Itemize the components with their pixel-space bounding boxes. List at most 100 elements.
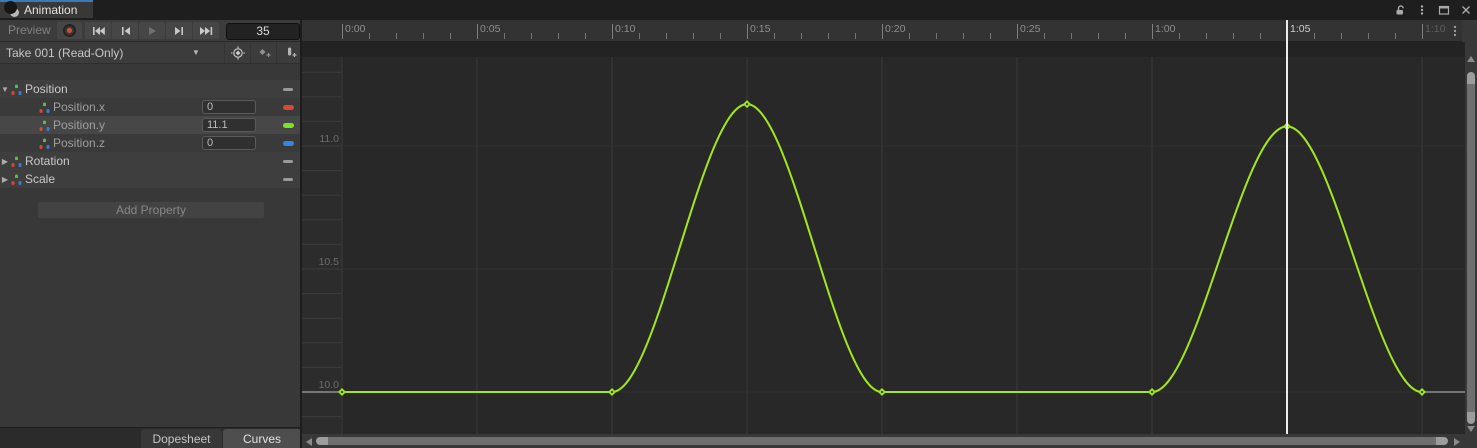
- ruler-major-tick: [477, 24, 478, 39]
- current-frame-field[interactable]: 35: [226, 23, 300, 40]
- value-axis-label: 10.0: [319, 379, 340, 391]
- tab-curves[interactable]: Curves: [223, 429, 301, 448]
- curve-indicator-dash: [283, 160, 293, 163]
- ruler-time-label: 0:20: [885, 23, 905, 35]
- property-row-position-y[interactable]: Position.y 11.1: [0, 116, 300, 134]
- property-row-position-z[interactable]: Position.z 0: [0, 134, 300, 152]
- ruler-minor-tick: [963, 33, 964, 39]
- scroll-left-arrow-icon[interactable]: [306, 438, 312, 446]
- ruler-minor-tick: [1206, 33, 1207, 39]
- scroll-down-arrow-icon[interactable]: [1467, 426, 1475, 432]
- transform-icon: [38, 119, 50, 131]
- maximize-icon[interactable]: [1435, 1, 1453, 19]
- disclosure-triangle-icon[interactable]: ▶: [0, 157, 10, 166]
- value-field-x[interactable]: 0: [202, 100, 256, 114]
- ruler-minor-tick: [1098, 33, 1099, 39]
- value-axis-label: 11.0: [319, 133, 339, 145]
- ruler-minor-tick: [585, 33, 586, 39]
- transform-icon: [38, 137, 50, 149]
- current-keyframe-button[interactable]: [224, 42, 251, 63]
- value-field-z[interactable]: 0: [202, 136, 256, 150]
- tab-dopesheet[interactable]: Dopesheet: [141, 429, 222, 448]
- clip-selector-dropdown[interactable]: Take 001 (Read-Only) ▼: [0, 42, 224, 63]
- curve-indicator-dash: [283, 178, 293, 181]
- tab-animation[interactable]: Animation: [0, 0, 93, 18]
- property-label: Scale: [25, 172, 55, 186]
- horizontal-scrollbar-thumb[interactable]: [316, 437, 1448, 445]
- ruler-time-label: 0:15: [750, 23, 770, 35]
- previous-frame-button[interactable]: [112, 22, 138, 39]
- lock-icon[interactable]: [1391, 1, 1409, 19]
- next-frame-button[interactable]: [166, 22, 192, 39]
- vertical-scrollbar[interactable]: [1465, 42, 1477, 434]
- unity-animation-window: Animation Preview: [0, 0, 1477, 448]
- ruler-minor-tick: [423, 33, 424, 39]
- kebab-menu-icon[interactable]: [1413, 1, 1431, 19]
- ruler-minor-tick: [1125, 33, 1126, 39]
- ruler-major-tick: [1152, 24, 1153, 39]
- add-event-button[interactable]: [276, 42, 303, 63]
- clip-name: Take 001 (Read-Only): [6, 46, 123, 60]
- ruler-kebab-menu-icon[interactable]: [1447, 20, 1462, 41]
- property-label: Rotation: [25, 154, 70, 168]
- ruler-minor-tick: [990, 33, 991, 39]
- add-property-button[interactable]: Add Property: [37, 201, 265, 219]
- ruler-minor-tick: [1179, 33, 1180, 39]
- ruler-minor-tick: [396, 33, 397, 39]
- goto-start-button[interactable]: [85, 22, 111, 39]
- disclosure-triangle-icon[interactable]: ▼: [0, 85, 10, 94]
- ruler-major-tick: [1017, 24, 1018, 39]
- property-panel: ▼ Position Position.x 0 Position.y 11.1 …: [0, 64, 302, 427]
- vertical-scrollbar-thumb[interactable]: [1467, 72, 1475, 424]
- curve-canvas[interactable]: 11.0 10.5 10.0: [302, 42, 1465, 434]
- ruler-time-label: 0:00: [345, 23, 365, 35]
- ruler-minor-tick: [693, 33, 694, 39]
- plot-top-band: [302, 42, 1465, 57]
- ruler-major-tick: [342, 24, 343, 39]
- curve-color-pill-z: [283, 141, 294, 146]
- property-row-scale[interactable]: ▶ Scale: [0, 170, 300, 188]
- ruler-time-label: 1:05: [1290, 23, 1310, 35]
- value-field-y[interactable]: 11.1: [202, 118, 256, 132]
- play-button[interactable]: [139, 22, 165, 39]
- preview-toggle[interactable]: Preview: [8, 20, 51, 41]
- animation-toolbar: Preview 35: [0, 20, 302, 42]
- ruler-minor-tick: [1341, 33, 1342, 39]
- ruler-minor-tick: [558, 33, 559, 39]
- value-gutter: [302, 42, 342, 434]
- goto-end-button[interactable]: [193, 22, 219, 39]
- property-label: Position.x: [53, 100, 105, 114]
- ruler-time-label: 0:10: [615, 23, 635, 35]
- property-row-position-x[interactable]: Position.x 0: [0, 98, 300, 116]
- property-row-rotation[interactable]: ▶ Rotation: [0, 152, 300, 170]
- ruler-minor-tick: [450, 33, 451, 39]
- value-axis-label: 10.5: [319, 256, 340, 268]
- disclosure-triangle-icon[interactable]: ▶: [0, 175, 10, 184]
- curve-editor[interactable]: 11.0 10.5 10.0: [302, 42, 1465, 434]
- window-controls: [1391, 0, 1475, 20]
- ruler-minor-tick: [639, 33, 640, 39]
- ruler-minor-tick: [936, 33, 937, 39]
- transform-icon: [10, 83, 22, 95]
- chevron-down-icon: ▼: [192, 43, 200, 63]
- curve-color-pill-x: [283, 105, 294, 110]
- ruler-minor-tick: [801, 33, 802, 39]
- add-keyframe-button[interactable]: [250, 42, 277, 63]
- ruler-major-tick: [1422, 24, 1423, 39]
- horizontal-scrollbar[interactable]: [302, 434, 1465, 448]
- property-label: Position.z: [53, 136, 105, 150]
- ruler-minor-tick: [1233, 33, 1234, 39]
- transform-icon: [38, 101, 50, 113]
- scroll-right-arrow-icon[interactable]: [1454, 438, 1460, 446]
- scroll-up-arrow-icon[interactable]: [1467, 56, 1475, 62]
- ruler-minor-tick: [1071, 33, 1072, 39]
- ruler-time-label: 1:10: [1425, 23, 1445, 35]
- playhead-line[interactable]: [1286, 20, 1288, 434]
- time-ruler[interactable]: 0:000:050:100:150:200:251:001:051:10: [302, 20, 1462, 42]
- record-button[interactable]: [57, 22, 82, 39]
- ruler-minor-tick: [774, 33, 775, 39]
- property-row-position[interactable]: ▼ Position: [0, 80, 300, 98]
- ruler-minor-tick: [909, 33, 910, 39]
- record-icon: [63, 24, 76, 37]
- close-icon[interactable]: [1457, 1, 1475, 19]
